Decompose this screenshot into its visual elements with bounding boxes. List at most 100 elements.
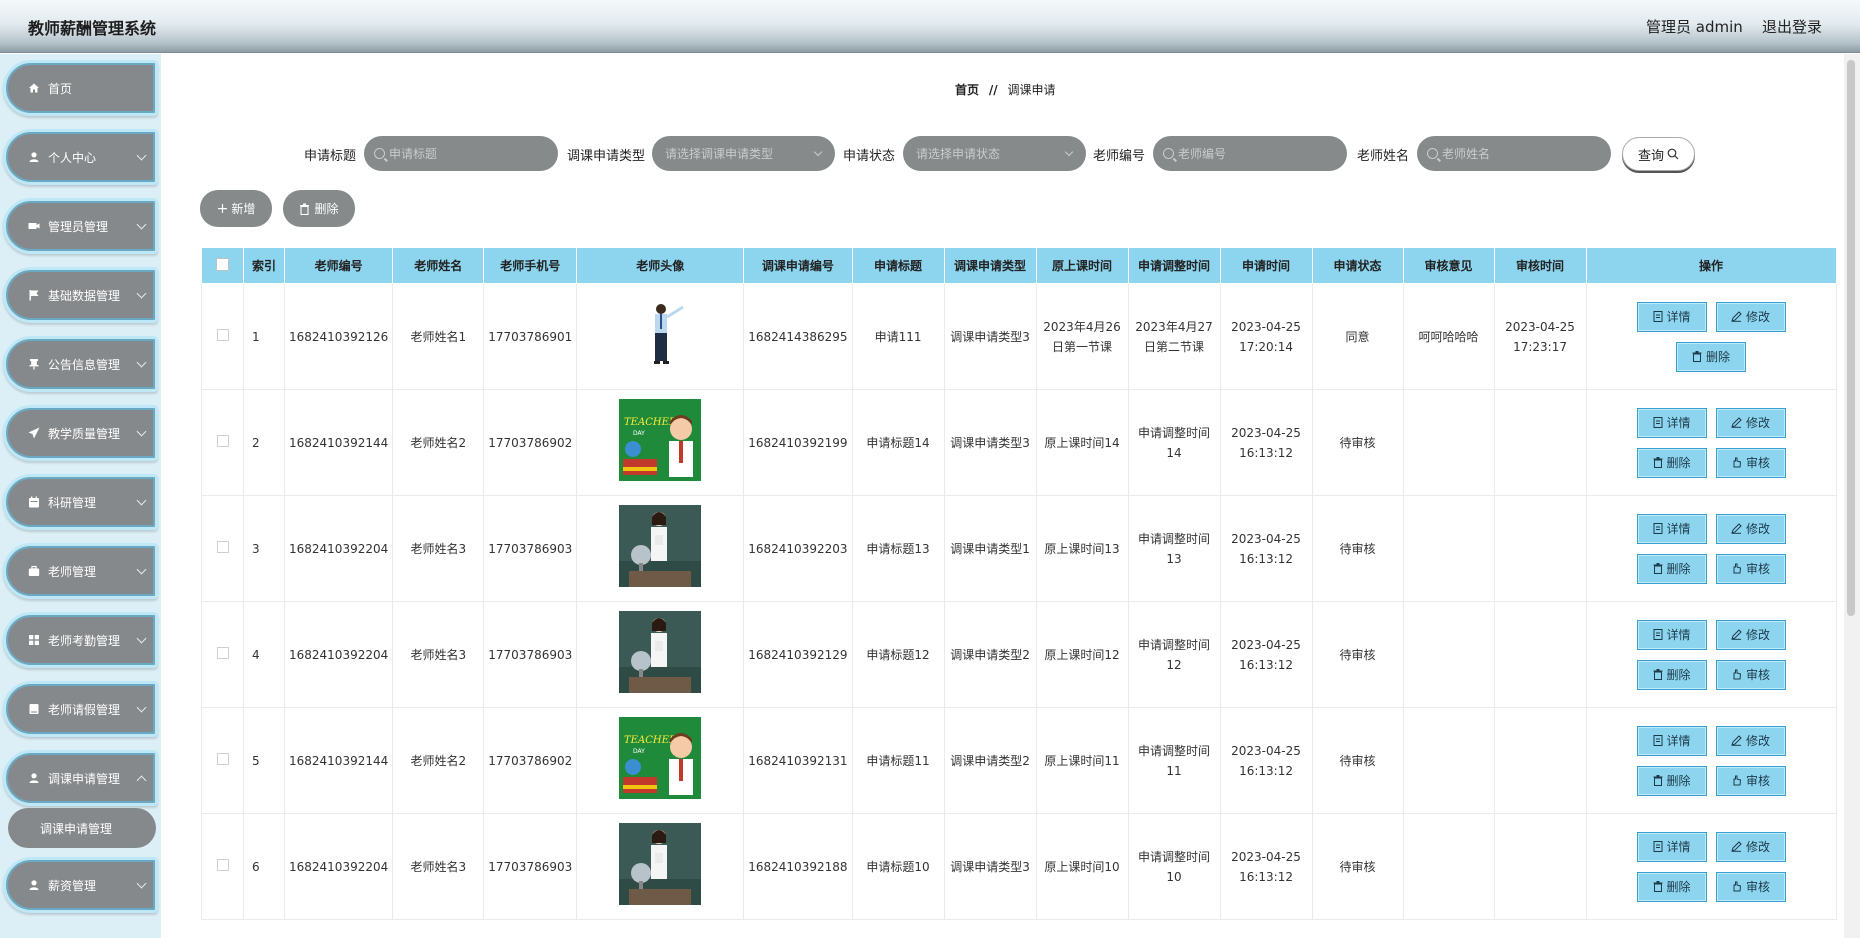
detail-button[interactable]: 详情 bbox=[1636, 301, 1707, 332]
row-delete-button[interactable]: 删除 bbox=[1676, 341, 1747, 372]
grid-icon bbox=[28, 634, 40, 646]
row-checkbox[interactable] bbox=[216, 646, 229, 659]
status-label: 申请状态 bbox=[843, 149, 896, 164]
sidebar-item-quality[interactable]: 教学质量管理 bbox=[3, 405, 158, 461]
teacher-no-label: 老师编号 bbox=[1093, 149, 1146, 164]
teacher-name-input[interactable]: 老师姓名 bbox=[1417, 136, 1611, 171]
status-select[interactable]: 请选择申请状态 bbox=[903, 136, 1086, 171]
edit-label: 修改 bbox=[1746, 733, 1771, 748]
user-icon bbox=[28, 772, 40, 784]
sidebar-item-reschedule[interactable]: 调课申请管理 bbox=[3, 750, 158, 806]
type-placeholder: 请选择调课申请类型 bbox=[665, 147, 774, 161]
sidebar-item-home[interactable]: 首页 bbox=[3, 60, 158, 116]
breadcrumb-home[interactable]: 首页 bbox=[955, 83, 979, 97]
audit-button[interactable]: 审核 bbox=[1715, 659, 1786, 690]
sidebar-item-salary[interactable]: 薪资管理 bbox=[3, 857, 158, 913]
sidebar-item-profile[interactable]: 个人中心 bbox=[3, 129, 158, 185]
home-icon bbox=[28, 82, 40, 94]
row-select-cell[interactable] bbox=[201, 389, 244, 496]
select-all-cell[interactable] bbox=[201, 247, 244, 284]
delete-button[interactable]: 删除 bbox=[283, 190, 355, 227]
trash-icon bbox=[300, 203, 310, 215]
detail-button[interactable]: 详情 bbox=[1636, 725, 1707, 756]
cell-no: 1682410392204 bbox=[283, 495, 394, 602]
detail-button[interactable]: 详情 bbox=[1636, 831, 1707, 862]
cell-audit_time bbox=[1493, 601, 1587, 708]
row-delete-button[interactable]: 删除 bbox=[1636, 553, 1707, 584]
scrollbar-thumb[interactable] bbox=[1847, 60, 1855, 616]
detail-label: 详情 bbox=[1666, 733, 1691, 748]
row-checkbox[interactable] bbox=[216, 328, 229, 341]
select-all-checkbox[interactable] bbox=[216, 257, 229, 271]
sidebar-item-label: 老师考勤管理 bbox=[48, 633, 121, 648]
row-checkbox[interactable] bbox=[216, 540, 229, 553]
row-delete-button[interactable]: 删除 bbox=[1636, 659, 1707, 690]
audit-button[interactable]: 审核 bbox=[1715, 447, 1786, 478]
row-checkbox[interactable] bbox=[216, 752, 229, 765]
edit-button[interactable]: 修改 bbox=[1715, 725, 1786, 756]
cell-actions: 详情 修改删除 bbox=[1585, 283, 1837, 390]
sidebar-item-teacher[interactable]: 老师管理 bbox=[3, 543, 158, 599]
cell-avatar: TEACHER'S DAY bbox=[576, 707, 745, 814]
row-select-cell[interactable] bbox=[201, 813, 244, 920]
cell-avatar: TEACHER'S DAY bbox=[576, 389, 745, 496]
chevron-down-icon bbox=[136, 702, 147, 713]
cell-no: 1682410392126 bbox=[283, 283, 394, 390]
row-select-cell[interactable] bbox=[201, 283, 244, 390]
cell-appno: 1682414386295 bbox=[743, 283, 853, 390]
submenu-item-reschedule[interactable]: 调课申请管理 bbox=[8, 808, 156, 848]
audit-button[interactable]: 审核 bbox=[1715, 765, 1786, 796]
delete-label: 删除 bbox=[314, 202, 339, 216]
row-select-cell[interactable] bbox=[201, 601, 244, 708]
sidebar-item-base-data[interactable]: 基础数据管理 bbox=[3, 267, 158, 323]
vertical-scrollbar[interactable] bbox=[1844, 54, 1860, 938]
teacher-no-input[interactable]: 老师编号 bbox=[1153, 136, 1347, 171]
column-header: 老师编号 bbox=[283, 247, 394, 284]
row-checkbox[interactable] bbox=[216, 434, 229, 447]
audit-button[interactable]: 审核 bbox=[1715, 871, 1786, 902]
detail-button[interactable]: 详情 bbox=[1636, 513, 1707, 544]
edit-button[interactable]: 修改 bbox=[1715, 301, 1786, 332]
cell-idx: 4 bbox=[243, 601, 285, 708]
audit-label: 审核 bbox=[1746, 455, 1771, 470]
sidebar-item-admin[interactable]: 管理员管理 bbox=[3, 198, 158, 254]
cell-time: 2023-04-25 16:13:12 bbox=[1219, 495, 1313, 602]
edit-button[interactable]: 修改 bbox=[1715, 407, 1786, 438]
sidebar-item-attendance[interactable]: 老师考勤管理 bbox=[3, 612, 158, 668]
cell-time: 2023-04-25 17:20:14 bbox=[1219, 283, 1313, 390]
column-header: 老师头像 bbox=[576, 247, 745, 284]
chevron-down-icon bbox=[136, 426, 147, 437]
send-icon bbox=[28, 427, 40, 439]
audit-button[interactable]: 审核 bbox=[1715, 553, 1786, 584]
chevron-down-icon bbox=[136, 288, 147, 299]
cell-time: 2023-04-25 16:13:12 bbox=[1219, 601, 1313, 708]
query-button[interactable]: 查询 bbox=[1622, 137, 1695, 171]
logout-link[interactable]: 退出登录 bbox=[1762, 16, 1822, 37]
row-select-cell[interactable] bbox=[201, 495, 244, 602]
edit-button[interactable]: 修改 bbox=[1715, 513, 1786, 544]
cell-orig: 原上课时间14 bbox=[1035, 389, 1129, 496]
detail-button[interactable]: 详情 bbox=[1636, 619, 1707, 650]
trash-icon bbox=[1653, 669, 1662, 680]
row-delete-button[interactable]: 删除 bbox=[1636, 447, 1707, 478]
sidebar-item-leave[interactable]: 老师请假管理 bbox=[3, 681, 158, 737]
search-icon bbox=[1667, 148, 1679, 160]
row-checkbox[interactable] bbox=[216, 858, 229, 871]
detail-button[interactable]: 详情 bbox=[1636, 407, 1707, 438]
title-search-input[interactable]: 申请标题 bbox=[364, 136, 558, 171]
sidebar-item-notice[interactable]: 公告信息管理 bbox=[3, 336, 158, 392]
sidebar-item-label: 公告信息管理 bbox=[48, 357, 121, 372]
cell-title: 申请标题12 bbox=[851, 601, 945, 708]
cell-phone: 17703786902 bbox=[483, 389, 578, 496]
edit-button[interactable]: 修改 bbox=[1715, 831, 1786, 862]
sidebar-item-research[interactable]: 科研管理 bbox=[3, 474, 158, 530]
row-delete-button[interactable]: 删除 bbox=[1636, 871, 1707, 902]
status-placeholder: 请选择申请状态 bbox=[916, 147, 1001, 161]
add-button[interactable]: + 新增 bbox=[200, 190, 272, 227]
row-select-cell[interactable] bbox=[201, 707, 244, 814]
row-delete-button[interactable]: 删除 bbox=[1636, 765, 1707, 796]
edit-button[interactable]: 修改 bbox=[1715, 619, 1786, 650]
type-select[interactable]: 请选择调课申请类型 bbox=[652, 136, 835, 171]
chevron-down-icon bbox=[136, 357, 147, 368]
title-label: 申请标题 bbox=[304, 149, 357, 164]
